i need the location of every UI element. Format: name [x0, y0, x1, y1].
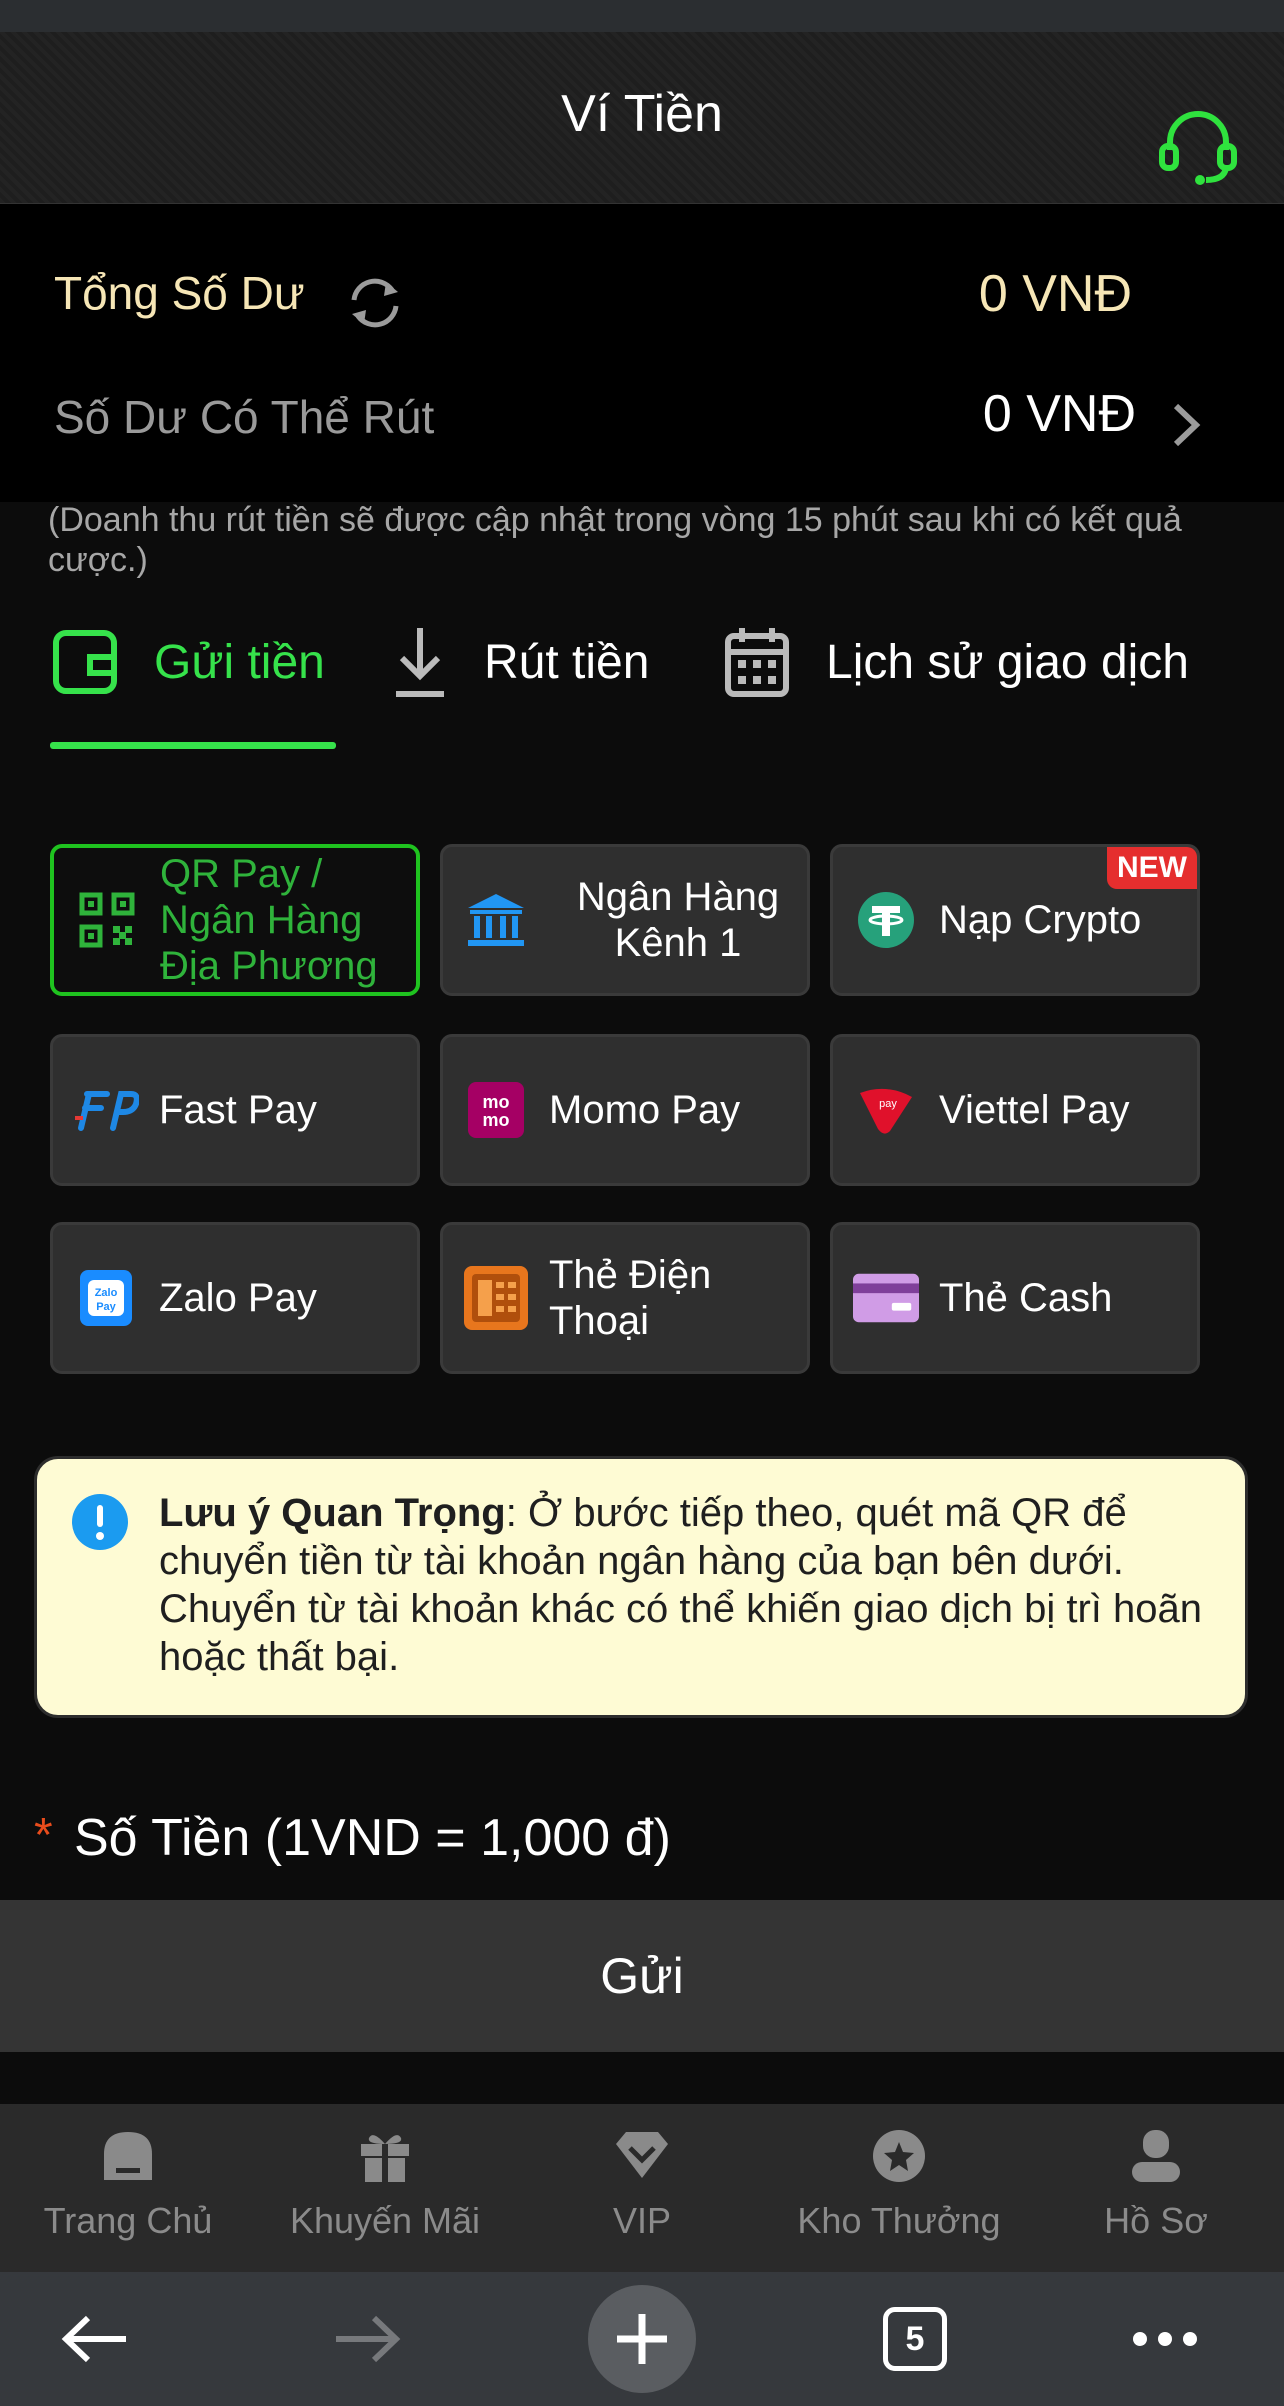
- star-badge-icon: [873, 2130, 925, 2182]
- svg-text:pay: pay: [879, 1098, 897, 1110]
- method-viettel-pay[interactable]: pay Viettel Pay: [830, 1034, 1200, 1186]
- withdrawable-balance-value[interactable]: 0 VNĐ: [983, 384, 1136, 444]
- arrow-left-icon: [61, 2315, 126, 2363]
- tab-count: 5: [883, 2307, 947, 2371]
- notice-text: Lưu ý Quan Trọng: Ở bước tiếp theo, quét…: [159, 1489, 1229, 1681]
- method-qr-pay[interactable]: QR Pay / Ngân Hàng Địa Phương: [50, 844, 420, 996]
- balance-section: Tổng Số Dư 0 VNĐ Số Dư Có Thể Rút 0 VNĐ: [0, 204, 1284, 502]
- viettelpay-icon: pay: [853, 1077, 919, 1143]
- submit-button[interactable]: Gửi: [0, 1900, 1284, 2052]
- nav-promotions[interactable]: Khuyến Mãi: [257, 2104, 513, 2272]
- refresh-icon[interactable]: [342, 270, 408, 336]
- method-label: Momo Pay: [549, 1088, 741, 1132]
- wallet-icon: [53, 630, 117, 694]
- method-cash-card[interactable]: Thẻ Cash: [830, 1222, 1200, 1374]
- status-strip: [0, 0, 1284, 32]
- tab-deposit[interactable]: Gửi tiền: [50, 612, 325, 712]
- calendar-icon: [725, 628, 789, 697]
- download-icon: [396, 628, 444, 697]
- method-label: Zalo Pay: [159, 1276, 317, 1320]
- browser-back-button[interactable]: [40, 2272, 150, 2406]
- home-icon: [104, 2132, 152, 2180]
- browser-menu-button[interactable]: [1110, 2272, 1220, 2406]
- method-phone-card[interactable]: Thẻ Điện Thoại: [440, 1222, 810, 1374]
- nav-label: Khuyến Mãi: [289, 2200, 481, 2241]
- cash-card-icon: [853, 1265, 919, 1331]
- info-icon: [72, 1494, 128, 1550]
- headset-icon[interactable]: [1156, 110, 1240, 186]
- nav-label: VIP: [612, 2200, 672, 2241]
- momo-icon: mo mo: [463, 1077, 529, 1143]
- method-crypto[interactable]: Nạp Crypto NEW: [830, 844, 1200, 996]
- new-badge: NEW: [1107, 847, 1197, 889]
- header: Ví Tiền: [0, 32, 1284, 204]
- more-icon: [1133, 2332, 1197, 2346]
- nav-label: Trang Chủ: [43, 2200, 213, 2241]
- browser-new-tab-button[interactable]: [582, 2272, 702, 2406]
- method-label: Thẻ Điện Thoại: [549, 1253, 712, 1343]
- user-icon: [1132, 2130, 1180, 2182]
- method-label: Fast Pay: [159, 1088, 317, 1132]
- method-label: QR Pay / Ngân Hàng Địa Phương: [160, 852, 378, 988]
- active-tab-indicator: [50, 742, 336, 749]
- plus-icon: [588, 2285, 696, 2393]
- method-label: Ngân Hàng Kênh 1: [576, 875, 780, 965]
- svg-text:mo: mo: [483, 1110, 510, 1130]
- tab-withdraw[interactable]: Rút tiền: [390, 612, 649, 712]
- fastpay-icon: [73, 1077, 139, 1143]
- notice-title: Lưu ý Quan Trọng: [159, 1491, 506, 1535]
- required-mark: *: [34, 1809, 53, 1862]
- tab-label: Gửi tiền: [154, 635, 325, 689]
- tether-icon: [853, 887, 919, 953]
- method-label: Nạp Crypto: [939, 898, 1142, 942]
- page-title: Ví Tiền: [561, 85, 723, 143]
- withdraw-note: (Doanh thu rút tiền sẽ được cập nhật tro…: [48, 501, 1182, 579]
- amount-label: Số Tiền (1VND = 1,000 đ): [74, 1809, 671, 1867]
- nav-label: Hồ Sơ: [1104, 2200, 1208, 2241]
- method-momo-pay[interactable]: mo mo Momo Pay: [440, 1034, 810, 1186]
- svg-text:mo: mo: [483, 1092, 510, 1112]
- tab-label: Rút tiền: [484, 635, 650, 689]
- nav-vip[interactable]: VIP: [514, 2104, 770, 2272]
- svg-text:Pay: Pay: [96, 1301, 116, 1313]
- gift-icon: [361, 2135, 409, 2182]
- total-balance-value: 0 VNĐ: [978, 265, 1132, 323]
- method-label: Thẻ Cash: [939, 1276, 1113, 1320]
- nav-profile[interactable]: Hồ Sơ: [1028, 2104, 1284, 2272]
- phone-card-icon: [463, 1265, 529, 1331]
- total-balance-label: Tổng Số Dư: [54, 267, 305, 319]
- diamond-icon: [616, 2132, 668, 2178]
- browser-forward-button[interactable]: [312, 2272, 422, 2406]
- browser-tabs-button[interactable]: 5: [860, 2272, 970, 2406]
- nav-label: Kho Thưởng: [797, 2200, 1001, 2241]
- important-notice: Lưu ý Quan Trọng: Ở bước tiếp theo, quét…: [34, 1456, 1248, 1718]
- tab-history[interactable]: Lịch sử giao dịch: [722, 612, 1189, 712]
- arrow-right-icon: [336, 2315, 401, 2363]
- qr-code-icon: [74, 887, 140, 953]
- chevron-right-icon[interactable]: [1164, 392, 1208, 458]
- method-fast-pay[interactable]: Fast Pay: [50, 1034, 420, 1186]
- method-bank-channel-1[interactable]: Ngân Hàng Kênh 1: [440, 844, 810, 996]
- nav-rewards[interactable]: Kho Thưởng: [771, 2104, 1027, 2272]
- method-zalo-pay[interactable]: Zalo Pay Zalo Pay: [50, 1222, 420, 1374]
- tab-label: Lịch sử giao dịch: [826, 635, 1189, 689]
- zalopay-icon: Zalo Pay: [73, 1265, 139, 1331]
- method-label: Viettel Pay: [939, 1088, 1130, 1132]
- bank-icon: [463, 887, 529, 953]
- withdrawable-balance-label: Số Dư Có Thể Rút: [54, 391, 435, 443]
- nav-home[interactable]: Trang Chủ: [0, 2104, 256, 2272]
- svg-text:Zalo: Zalo: [95, 1287, 118, 1299]
